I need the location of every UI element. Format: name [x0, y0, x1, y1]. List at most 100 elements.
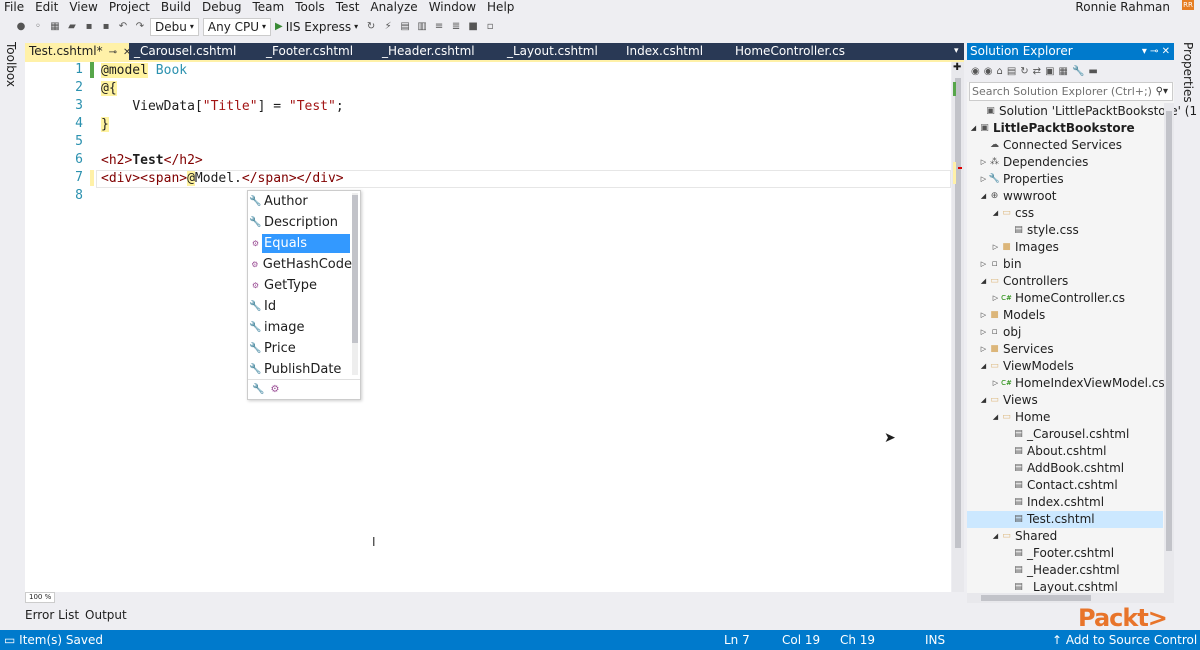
- switch-views-icon[interactable]: ▤: [1007, 66, 1016, 77]
- tree-node[interactable]: ◢ ▭ Controllers: [979, 273, 1068, 290]
- forward-icon[interactable]: ◦: [31, 20, 45, 34]
- menu-build[interactable]: Build: [161, 0, 191, 14]
- tree-node[interactable]: ▤ Index.cshtml: [1003, 494, 1104, 511]
- completion-item-publishdate[interactable]: 🔧 PublishDate: [248, 359, 352, 380]
- tree-node[interactable]: ◢ ▭ Shared: [991, 528, 1057, 545]
- scroll-thumb[interactable]: [1166, 111, 1172, 551]
- save-icon[interactable]: ▪: [82, 20, 96, 34]
- menu-tools[interactable]: Tools: [295, 0, 325, 14]
- menu-project[interactable]: Project: [109, 0, 150, 14]
- search-icon[interactable]: ⚲▾: [1156, 83, 1168, 100]
- collapsed-arrow-icon[interactable]: ▷: [979, 307, 988, 324]
- menu-help[interactable]: Help: [487, 0, 514, 14]
- tree-node[interactable]: ▷ 🔧 Properties: [979, 171, 1064, 188]
- forward-icon[interactable]: ◉: [984, 66, 993, 77]
- tree-node[interactable]: ◢ ⊕ wwwroot: [979, 188, 1057, 205]
- menu-team[interactable]: Team: [252, 0, 284, 14]
- editor-scroll-thumb[interactable]: [955, 78, 961, 548]
- tree-node[interactable]: ▤ _Footer.cshtml: [1003, 545, 1114, 562]
- menu-edit[interactable]: Edit: [35, 0, 58, 14]
- solution-explorer-vertical-scrollbar[interactable]: [1164, 103, 1174, 593]
- solution-explorer-search[interactable]: Search Solution Explorer (Ctrl+;) ⚲▾: [969, 82, 1173, 101]
- tab-carousel-cshtml[interactable]: _Carousel.cshtml: [134, 43, 236, 60]
- solution-explorer-horizontal-scrollbar[interactable]: [967, 593, 1174, 603]
- tree-node[interactable]: ▷ C# HomeIndexViewModel.cs: [991, 375, 1165, 392]
- completion-item-price[interactable]: 🔧 Price: [248, 338, 352, 359]
- tree-node[interactable]: ▷ ■ Models: [979, 307, 1045, 324]
- menu-debug[interactable]: Debug: [202, 0, 241, 14]
- collapsed-arrow-icon[interactable]: ▷: [979, 324, 988, 341]
- tree-node[interactable]: ◢ ▭ ViewModels: [979, 358, 1074, 375]
- tab-overflow-icon[interactable]: ▾: [954, 43, 959, 60]
- uncomment-icon[interactable]: ≣: [449, 20, 463, 34]
- tree-node[interactable]: ◢ ▭ css: [991, 205, 1034, 222]
- close-icon[interactable]: ✕: [123, 47, 131, 58]
- property-filter-icon[interactable]: 🔧: [252, 384, 264, 395]
- completion-item-gethashcode[interactable]: ⚙ GetHashCode: [248, 254, 352, 275]
- expanded-arrow-icon[interactable]: ◢: [991, 205, 1000, 222]
- intellisense-scroll-thumb[interactable]: [352, 195, 358, 343]
- open-icon[interactable]: ▰: [65, 20, 79, 34]
- completion-item-equals[interactable]: ⚙ Equals: [248, 233, 352, 254]
- expanded-arrow-icon[interactable]: ◢: [979, 358, 988, 375]
- collapsed-arrow-icon[interactable]: ▷: [979, 341, 988, 358]
- user-name[interactable]: Ronnie Rahman: [1075, 0, 1170, 14]
- properties-icon[interactable]: 🔧: [1072, 66, 1084, 77]
- run-button[interactable]: ▶ IIS Express ▾: [275, 20, 358, 34]
- toolbox-label[interactable]: Toolbox: [4, 42, 18, 87]
- properties-label[interactable]: Properties: [1181, 42, 1195, 103]
- tab-footer-cshtml[interactable]: _Footer.cshtml: [266, 43, 353, 60]
- pending-changes-icon[interactable]: ↻: [1020, 66, 1028, 77]
- back-icon[interactable]: ●: [14, 20, 28, 34]
- expanded-arrow-icon[interactable]: ◢: [969, 120, 978, 137]
- user-avatar[interactable]: RR: [1182, 0, 1194, 10]
- sync-icon[interactable]: ⇄: [1033, 66, 1041, 77]
- redo-icon[interactable]: ↷: [133, 20, 147, 34]
- toolbar-extra-icon[interactable]: ▤: [398, 20, 412, 34]
- zoom-dropdown[interactable]: 100 %: [25, 592, 56, 603]
- split-window-icon[interactable]: ✚: [953, 62, 961, 73]
- solution-config-dropdown[interactable]: Debu ▾: [150, 17, 199, 36]
- code-editor[interactable]: 1 2 3 4 5 6 7 8 @model Book @{ ViewData[…: [25, 62, 951, 592]
- pin-icon[interactable]: ⊸: [1150, 46, 1158, 57]
- expanded-arrow-icon[interactable]: ◢: [979, 392, 988, 409]
- tab-index-cshtml[interactable]: Index.cshtml: [626, 43, 703, 60]
- bookmark-icon[interactable]: ■: [466, 20, 480, 34]
- completion-item-image[interactable]: 🔧 image: [248, 317, 352, 338]
- collapsed-arrow-icon[interactable]: ▷: [991, 239, 1000, 256]
- tab-test-cshtml[interactable]: Test.cshtml* ⊸ ✕: [25, 43, 131, 60]
- undo-icon[interactable]: ↶: [116, 20, 130, 34]
- tab-layout-cshtml[interactable]: _Layout.cshtml: [507, 43, 598, 60]
- pin-icon[interactable]: ⊸: [109, 47, 117, 58]
- tab-error-list[interactable]: Error List: [25, 608, 79, 624]
- refresh-icon[interactable]: ↻: [364, 20, 378, 34]
- tab-header-cshtml[interactable]: _Header.cshtml: [382, 43, 475, 60]
- source-control-button[interactable]: ↑ Add to Source Control ▴: [1052, 630, 1200, 650]
- tree-node[interactable]: ▷ ■ Services: [979, 341, 1054, 358]
- tree-node[interactable]: ▷ C# HomeController.cs: [991, 290, 1125, 307]
- chevron-down-icon[interactable]: ▾: [354, 22, 358, 31]
- back-icon[interactable]: ◉: [971, 66, 980, 77]
- tree-node[interactable]: ▷ ▫ obj: [979, 324, 1022, 341]
- menu-test[interactable]: Test: [336, 0, 360, 14]
- tab-output[interactable]: Output: [85, 608, 127, 624]
- properties-strip[interactable]: Properties: [1176, 40, 1200, 600]
- save-all-icon[interactable]: ▪: [99, 20, 113, 34]
- browser-link-icon[interactable]: ⚡: [381, 20, 395, 34]
- expanded-arrow-icon[interactable]: ◢: [979, 273, 988, 290]
- tree-node[interactable]: ▷ ⁂ Dependencies: [979, 154, 1089, 171]
- collapsed-arrow-icon[interactable]: ▷: [991, 290, 1000, 307]
- method-filter-icon[interactable]: ⚙: [270, 384, 279, 395]
- toolbar-extra-icon[interactable]: ▥: [415, 20, 429, 34]
- editor-vertical-scrollbar[interactable]: [952, 62, 964, 592]
- collapsed-arrow-icon[interactable]: ▷: [979, 154, 988, 171]
- preview-icon[interactable]: ▬: [1088, 66, 1097, 77]
- home-icon[interactable]: ⌂: [996, 66, 1002, 77]
- tree-node[interactable]: ▷ ▫ bin: [979, 256, 1022, 273]
- menu-file[interactable]: File: [4, 0, 24, 14]
- tree-node[interactable]: ▤ Contact.cshtml: [1003, 477, 1117, 494]
- tree-node[interactable]: ▤ AddBook.cshtml: [1003, 460, 1124, 477]
- expanded-arrow-icon[interactable]: ◢: [991, 409, 1000, 426]
- toolbox-strip[interactable]: Toolbox: [0, 40, 22, 630]
- tree-node[interactable]: ◢ ▭ Views: [979, 392, 1038, 409]
